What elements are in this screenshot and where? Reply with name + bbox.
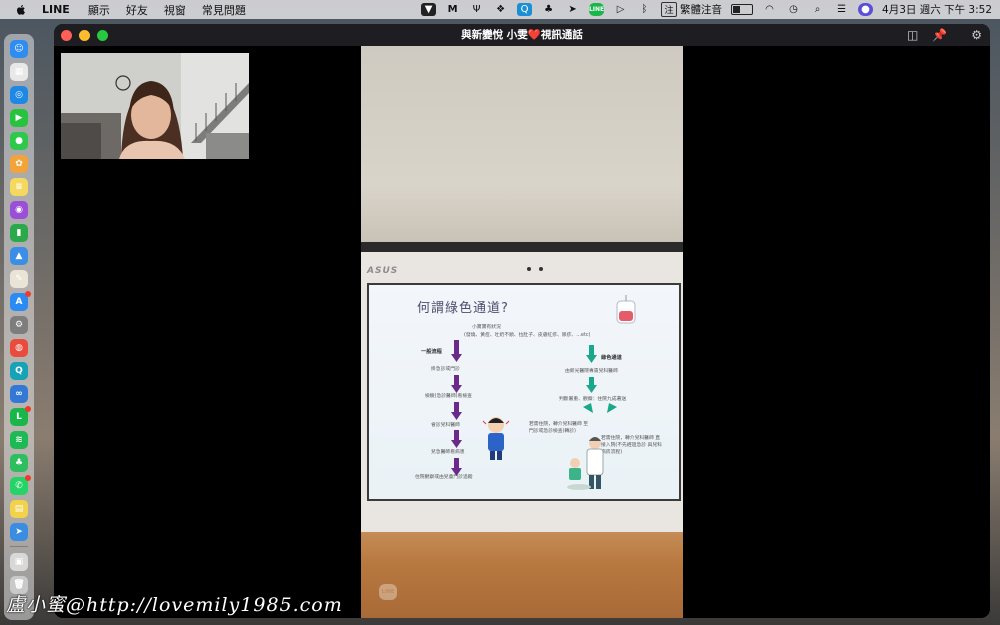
paper-plane-status-icon[interactable]: ➤ [565, 3, 580, 16]
self-camera-preview[interactable] [61, 53, 249, 159]
self-camera-feed [61, 53, 249, 159]
play-status-icon[interactable]: ▷ [613, 3, 628, 16]
finder-icon[interactable]: ☺ [10, 39, 28, 58]
siri-icon[interactable]: ● [858, 3, 874, 16]
line-video-watermark-icon: LINE [379, 584, 397, 600]
window-title-suffix: 視訊通話 [540, 29, 583, 41]
right-step-1: 由新光醫院專責兒科醫師 [565, 369, 618, 374]
usb-status-icon[interactable]: Ψ [469, 3, 484, 16]
cloud-app-icon[interactable]: ∞ [10, 384, 28, 403]
close-window-button[interactable] [61, 29, 72, 41]
dock-separator [10, 546, 28, 547]
window-title-name: 與新變悅 小雯 [461, 29, 528, 41]
numbers-icon[interactable]: ▮ [10, 223, 28, 242]
left-step-1: 掛急診或門診 [431, 367, 460, 372]
wall-background [361, 46, 683, 246]
right-step-2: 判斷嚴重、觀察：住院九成著送 [559, 397, 627, 402]
pencil-app-icon[interactable]: ✎ [10, 269, 28, 288]
left-step-3: 會診兒科醫師 [431, 423, 460, 428]
menu-view[interactable]: 顯示 [88, 2, 110, 18]
notification-badge [25, 405, 31, 412]
tablet-top-edge [361, 242, 683, 252]
menubar-clock[interactable]: 4月3日 週六 下午 3:52 [882, 2, 992, 17]
blog-watermark: 盧小蜜@http://lovemily1985.com [6, 594, 343, 616]
evernote-status-icon[interactable]: ♣ [541, 3, 556, 16]
battery-icon[interactable] [731, 4, 754, 15]
input-method-menu[interactable]: 注 繁體注音 [661, 2, 722, 17]
input-method-label: 繁體注音 [680, 4, 723, 16]
messages-icon[interactable]: ● [10, 131, 28, 150]
whatsapp-icon[interactable]: ✆ [10, 474, 31, 495]
window-titlebar[interactable]: 與新變悅 小雯❤️視訊通話 ◫ 📌 ⚙ [54, 24, 990, 46]
minimize-window-button[interactable] [79, 29, 90, 41]
doctor-illustration [567, 437, 604, 490]
left-step-4: 兒急醫師看病患 [431, 450, 465, 455]
dropbox-status-icon[interactable]: ❖ [493, 3, 508, 16]
tablet-screen-slide: 何謂綠色通道? 小寶寶有狀況 (發燒、黃疸、吐奶不順、拉肚子、皮膚紅疹、尿疹、…… [367, 283, 681, 501]
slide-subtitle-line2: (發燒、黃疸、吐奶不順、拉肚子、皮膚紅疹、尿疹、…etc) [464, 333, 591, 338]
keynote-icon[interactable]: ▲ [10, 246, 28, 265]
m-app-status-icon[interactable]: M [445, 3, 460, 16]
search-app-icon[interactable]: Q [10, 361, 28, 380]
launchpad-icon[interactable]: ▦ [10, 62, 28, 81]
settings-gear-icon[interactable]: ⚙ [971, 28, 982, 42]
pin-icon[interactable]: 📌 [932, 28, 947, 42]
app-menu-line[interactable]: LINE [42, 3, 70, 16]
fullscreen-window-button[interactable] [97, 29, 108, 41]
split-view-icon[interactable]: ◫ [907, 28, 918, 42]
podcasts-icon[interactable]: ◉ [10, 200, 28, 219]
evernote-icon[interactable]: ♣ [10, 453, 28, 472]
slide-left-label: 一般流程 [421, 349, 442, 355]
right-flow-arrows [583, 345, 617, 413]
search-status-icon[interactable]: Q [517, 3, 533, 16]
time-machine-icon[interactable]: ◷ [786, 3, 801, 16]
chrome-icon[interactable]: ◍ [10, 338, 28, 357]
remote-video-feed: ASUS 何謂綠色通道? 小寶寶有狀況 (發燒、黃疸、吐奶不順、拉肚子、皮膚紅疹… [361, 46, 683, 618]
facetime-icon[interactable]: ▶ [10, 108, 28, 127]
left-step-5: 住院觀察或由兒童門診追蹤 [415, 475, 473, 480]
line-status-icon[interactable]: LINE [589, 3, 604, 16]
preview-icon[interactable]: ▣ [10, 552, 28, 571]
system-preferences-icon[interactable]: ⚙ [10, 315, 28, 334]
worried-man-illustration [482, 417, 510, 460]
tablet-brand-logo: ASUS [367, 266, 399, 276]
input-method-icon: 注 [661, 2, 678, 17]
menu-bar: LINE 顯示 好友 視窗 常見問題 ▼ M Ψ ❖ Q ♣ ➤ LINE ▷ … [0, 0, 1000, 19]
dock: ☺ ▦ ◎ ▶ ● ✿ ≡ ◉ ▮ ▲ ✎ A ⚙ ◍ Q ∞ L ≋ ♣ ✆ ▤ ➤ ▣ 🗑 [4, 34, 34, 620]
slide-title: 何謂綠色通道? [417, 301, 509, 316]
menu-window[interactable]: 視窗 [164, 2, 186, 18]
safari-icon[interactable]: ◎ [10, 85, 28, 104]
slide-subtitle-line1: 小寶寶有狀況 [472, 325, 501, 330]
menu-friends[interactable]: 好友 [126, 2, 148, 18]
paper-plane-app-icon[interactable]: ➤ [10, 522, 28, 541]
stickies-icon[interactable]: ▤ [10, 499, 28, 518]
notification-badge [25, 474, 31, 481]
video-call-window: 與新變悅 小雯❤️視訊通話 ◫ 📌 ⚙ ASUS 何謂綠色通道? 小寶寶有狀況 … [54, 24, 990, 618]
left-step-2: 檢驗(急診醫師)看檢查 [425, 394, 472, 399]
apple-menu-icon[interactable] [14, 3, 28, 17]
spotify-icon[interactable]: ≋ [10, 430, 28, 449]
line-icon[interactable]: L [10, 405, 31, 426]
tablet-camera-dots [527, 267, 543, 271]
photos-icon[interactable]: ✿ [10, 154, 28, 173]
blood-bag-icon [616, 295, 636, 324]
notification-badge [25, 290, 31, 297]
menu-faq[interactable]: 常見問題 [202, 2, 246, 18]
wifi-icon[interactable]: ◠ [762, 3, 777, 16]
traffic-lights [61, 29, 108, 41]
display-status-icon[interactable]: ▼ [421, 3, 437, 16]
spotlight-search-icon[interactable]: ⌕ [810, 3, 825, 16]
slide-bottom-right: 若需住院，轉介兒科醫師 直接入院(不先經過急診 與兒科病房流程) [601, 436, 662, 455]
control-center-icon[interactable]: ☰ [834, 3, 849, 16]
titlebar-controls: ◫ 📌 ⚙ [907, 24, 982, 46]
window-title: 與新變悅 小雯❤️視訊通話 [54, 24, 990, 46]
app-store-icon[interactable]: A [10, 290, 31, 311]
heart-icon: ❤️ [527, 29, 541, 41]
status-area: ▼ M Ψ ❖ Q ♣ ➤ LINE ▷ ᛒ 注 繁體注音 ◠ ◷ ⌕ ☰ ● … [421, 0, 992, 19]
bluetooth-status-icon[interactable]: ᛒ [637, 3, 652, 16]
notes-icon[interactable]: ≡ [10, 177, 28, 196]
wooden-table [361, 532, 683, 618]
